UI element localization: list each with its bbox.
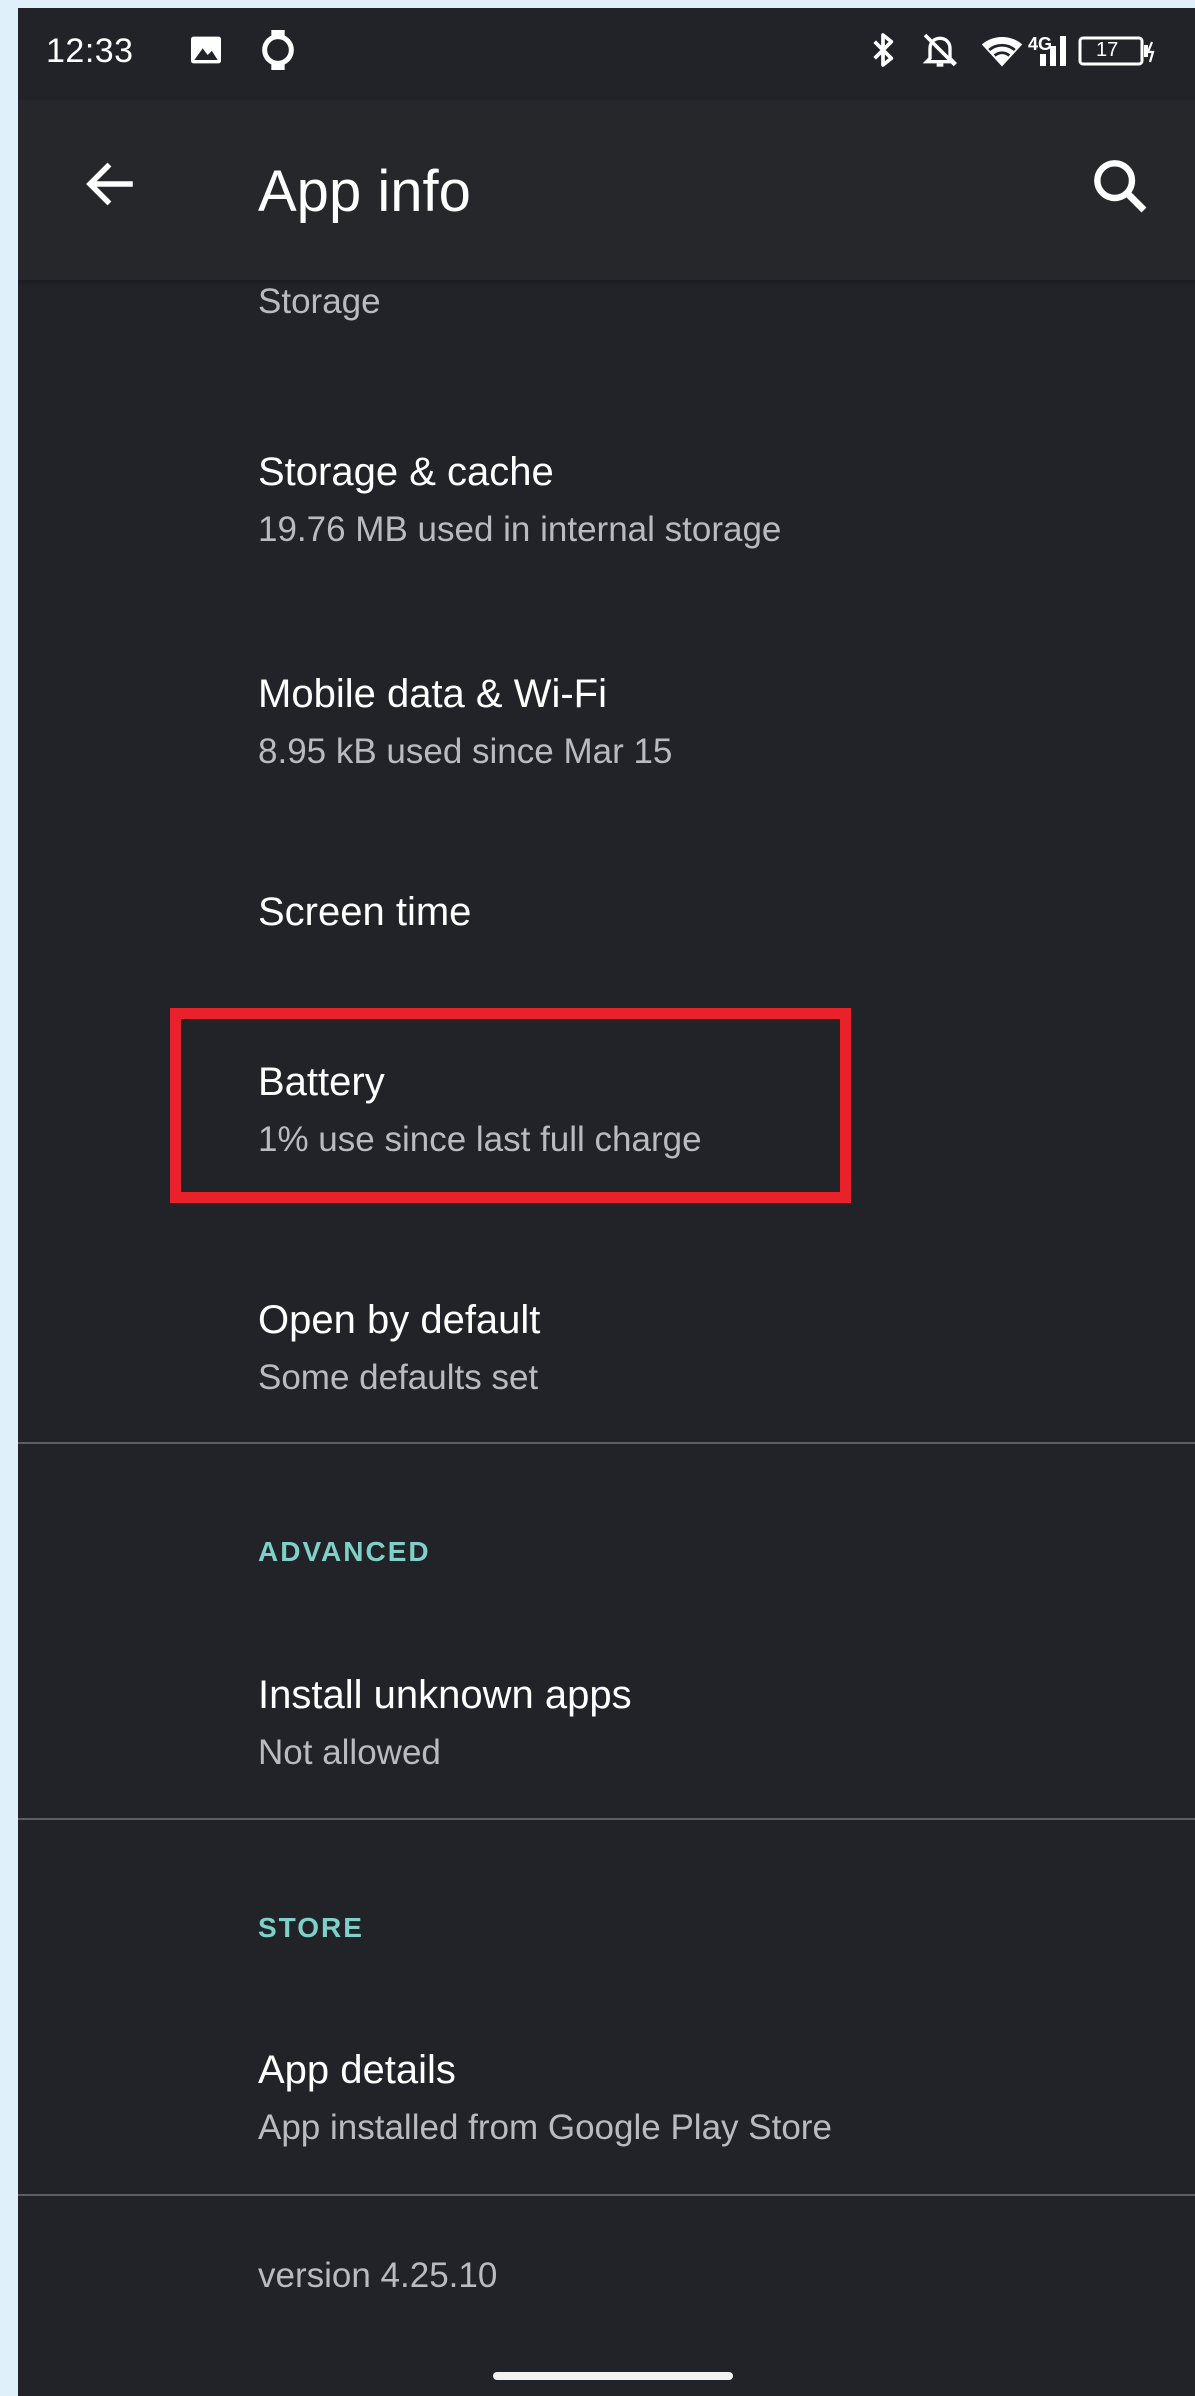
open-by-default-subtitle: Some defaults set bbox=[258, 1358, 539, 1397]
divider bbox=[18, 2194, 1195, 2196]
search-button[interactable] bbox=[1080, 148, 1160, 228]
storage-header: Storage bbox=[258, 282, 381, 321]
app-details-title: App details bbox=[258, 2048, 456, 2092]
bluetooth-icon bbox=[868, 28, 898, 72]
app-bar: App info bbox=[18, 100, 1195, 280]
install-unknown-apps-title: Install unknown apps bbox=[258, 1673, 632, 1717]
status-time: 12:33 bbox=[46, 32, 134, 70]
battery-subtitle: 1% use since last full charge bbox=[258, 1120, 702, 1159]
battery-title: Battery bbox=[258, 1060, 385, 1104]
phone-screen: 12:33 4G 17 App info Storage Storage & c… bbox=[18, 8, 1195, 2396]
arrow-back-icon bbox=[80, 154, 140, 219]
section-store-label: STORE bbox=[258, 1912, 364, 1943]
install-unknown-apps-subtitle: Not allowed bbox=[258, 1733, 441, 1772]
bell-off-icon bbox=[920, 28, 960, 72]
version-text: version 4.25.10 bbox=[258, 2256, 498, 2295]
divider bbox=[18, 1818, 1195, 1820]
section-advanced-label: ADVANCED bbox=[258, 1536, 431, 1567]
open-by-default-title: Open by default bbox=[258, 1298, 541, 1342]
divider bbox=[18, 1442, 1195, 1444]
navigation-handle[interactable] bbox=[493, 2372, 733, 2380]
mobile-data-item[interactable]: Mobile data & Wi-Fi 8.95 kB used since M… bbox=[18, 650, 1195, 810]
open-by-default-item[interactable]: Open by default Some defaults set bbox=[18, 1276, 1195, 1436]
storage-cache-subtitle: 19.76 MB used in internal storage bbox=[258, 510, 782, 549]
install-unknown-apps-item[interactable]: Install unknown apps Not allowed bbox=[18, 1651, 1195, 1811]
back-button[interactable] bbox=[70, 146, 150, 226]
image-icon bbox=[186, 28, 226, 72]
app-details-item[interactable]: App details App installed from Google Pl… bbox=[18, 2026, 1195, 2186]
battery-item[interactable]: Battery 1% use since last full charge bbox=[18, 1038, 1195, 1198]
watch-icon bbox=[258, 28, 298, 72]
wifi-icon bbox=[980, 28, 1024, 72]
signal-icon bbox=[1036, 28, 1072, 72]
storage-cache-item[interactable]: Storage & cache 19.76 MB used in interna… bbox=[18, 428, 1195, 588]
app-bar-shadow bbox=[18, 280, 1195, 286]
battery-level-label: 17 bbox=[1096, 38, 1119, 61]
search-icon bbox=[1088, 154, 1152, 223]
page-title: App info bbox=[258, 159, 471, 224]
screen-time-title: Screen time bbox=[258, 890, 472, 934]
app-details-subtitle: App installed from Google Play Store bbox=[258, 2108, 832, 2147]
mobile-data-title: Mobile data & Wi-Fi bbox=[258, 672, 607, 716]
status-bar: 12:33 4G 17 bbox=[18, 8, 1195, 100]
screen-time-item[interactable]: Screen time bbox=[18, 868, 1195, 988]
mobile-data-subtitle: 8.95 kB used since Mar 15 bbox=[258, 732, 673, 771]
storage-cache-title: Storage & cache bbox=[258, 450, 554, 494]
